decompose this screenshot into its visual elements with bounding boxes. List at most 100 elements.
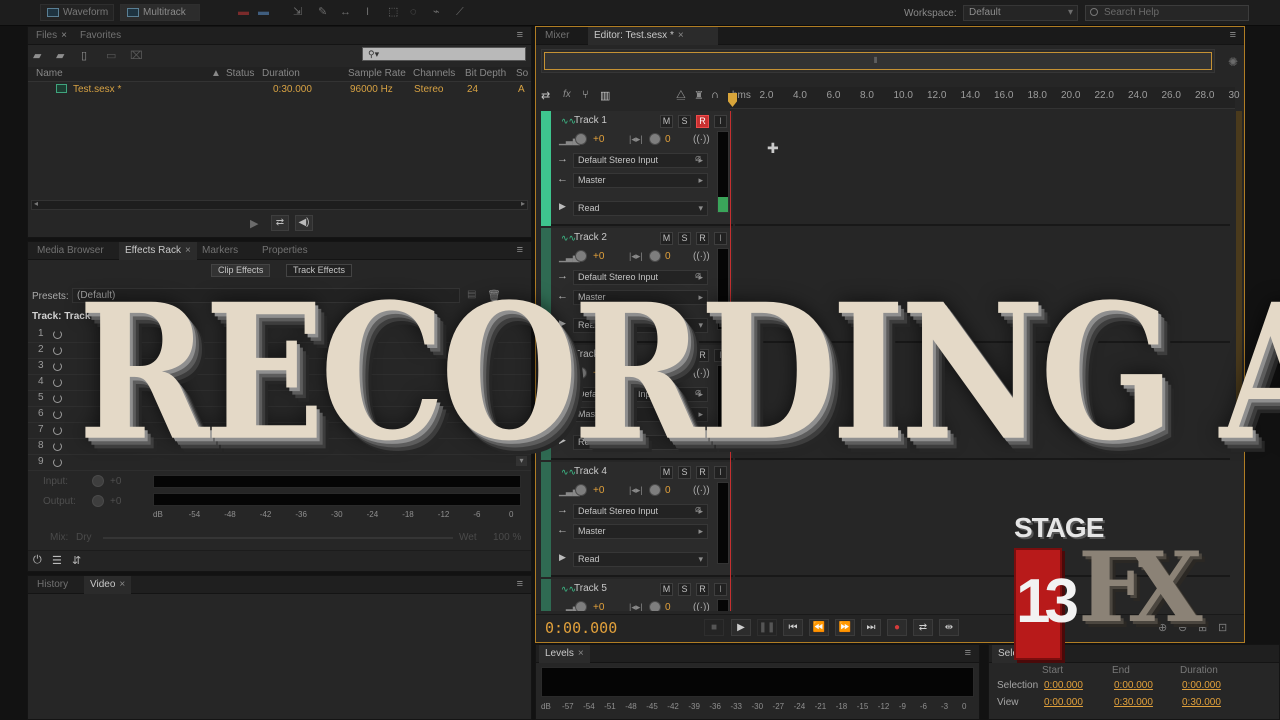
monitor-icon[interactable]: ♜ <box>694 89 704 102</box>
track-color-strip[interactable] <box>541 111 551 226</box>
stereo-icon[interactable]: ((·)) <box>693 602 710 611</box>
track-header[interactable]: ∿∿ Track 1 M S R I ▁▃▅ +0 |◂▸| 0 ((·)) →… <box>541 111 733 226</box>
waveform-view-button[interactable]: Waveform <box>40 4 114 21</box>
pan-knob[interactable] <box>649 601 661 611</box>
fx-icon[interactable]: fx <box>563 89 571 100</box>
pan-knob[interactable] <box>649 133 661 145</box>
open-file-icon[interactable]: ▰ <box>33 49 41 62</box>
selection-duration-value[interactable]: 0:00.000 <box>1182 680 1221 691</box>
input-select[interactable]: Default Stereo Input ▸ <box>573 504 708 519</box>
multitrack-view-button[interactable]: Multitrack <box>120 4 200 21</box>
mute-button[interactable]: M <box>660 232 673 245</box>
close-icon[interactable]: × <box>61 30 67 41</box>
time-selection-tool-icon[interactable]: I <box>366 6 369 18</box>
output-select[interactable]: Master ▸ <box>573 173 708 188</box>
rack-power-icon[interactable]: ⏻ <box>33 554 42 567</box>
col-bit-depth[interactable]: Bit Depth <box>465 67 506 81</box>
headphones-icon[interactable]: ∩ <box>711 89 719 101</box>
volume-value[interactable]: +0 <box>593 134 604 145</box>
eq-icon[interactable]: ▥ <box>600 89 610 102</box>
automation-mode-select[interactable]: Read ▾ <box>573 201 708 216</box>
record-icon[interactable]: ● <box>887 619 907 636</box>
search-help-input[interactable]: Search Help <box>1085 5 1249 21</box>
output-select[interactable]: Master ▸ <box>573 524 708 539</box>
effect-power-icon[interactable] <box>53 362 62 371</box>
tab-video[interactable]: Video × <box>84 576 132 594</box>
panel-menu-icon[interactable]: ≡ <box>517 244 523 256</box>
tab-levels[interactable]: Levels × <box>539 645 590 663</box>
files-horizontal-scrollbar[interactable]: ◂ ▸ <box>31 199 528 210</box>
mute-button[interactable]: M <box>660 583 673 596</box>
effect-power-icon[interactable] <box>53 410 62 419</box>
effect-power-icon[interactable] <box>53 426 62 435</box>
loop-playback-icon[interactable]: ⇄ <box>913 619 933 636</box>
col-sample-rate[interactable]: Sample Rate <box>348 67 406 81</box>
panel-menu-icon[interactable]: ≡ <box>517 29 523 41</box>
zoom-selection-icon[interactable]: ⊡ <box>1218 621 1227 634</box>
rack-reorder-icon[interactable]: ⇵ <box>72 554 81 567</box>
input-monitor-button[interactable]: I <box>714 232 727 245</box>
pause-icon[interactable]: ❚❚ <box>757 619 777 636</box>
track-lane[interactable] <box>735 111 1230 226</box>
panel-menu-icon[interactable]: ≡ <box>965 647 971 659</box>
preview-loop-icon[interactable]: ⇄ <box>271 215 289 231</box>
delete-file-icon[interactable]: ⌧ <box>130 49 143 62</box>
scroll-right-icon[interactable]: ▸ <box>521 199 525 208</box>
track-name[interactable]: Track 2 <box>574 232 607 243</box>
effect-power-icon[interactable] <box>53 458 62 467</box>
spectral-view-icon[interactable]: ▬ <box>238 6 249 18</box>
mix-value[interactable]: 100 % <box>493 532 521 543</box>
panel-menu-icon[interactable]: ≡ <box>517 578 523 590</box>
phase-invert-icon[interactable]: ⌀ <box>695 153 701 164</box>
automation-mode-select[interactable]: Read ▾ <box>573 552 708 567</box>
col-duration[interactable]: Duration <box>262 67 300 81</box>
new-file-icon[interactable]: ▯ <box>81 49 87 62</box>
tab-history[interactable]: History <box>31 576 74 594</box>
expand-automation-icon[interactable]: ▶ <box>559 201 566 212</box>
volume-knob[interactable] <box>575 133 587 145</box>
track-name[interactable]: Track 1 <box>574 115 607 126</box>
view-end-value[interactable]: 0:30.000 <box>1114 697 1153 708</box>
rewind-icon[interactable]: ⏪ <box>809 619 829 636</box>
input-monitor-button[interactable]: I <box>714 115 727 128</box>
track-color-strip[interactable] <box>541 579 551 611</box>
auto-play-icon[interactable]: ◀) <box>295 215 313 231</box>
track-name[interactable]: Track 5 <box>574 583 607 594</box>
brush-tool-icon[interactable]: ⌁ <box>433 6 440 18</box>
sends-icon[interactable]: ⑂ <box>582 89 589 101</box>
col-source[interactable]: So <box>516 67 528 81</box>
tab-files[interactable]: Files × <box>30 27 73 45</box>
pitch-view-icon[interactable]: ▬ <box>258 6 269 18</box>
preview-play-icon[interactable]: ▶ <box>250 217 258 230</box>
scroll-left-icon[interactable]: ◂ <box>34 199 38 208</box>
solo-button[interactable]: S <box>678 115 691 128</box>
tab-favorites[interactable]: Favorites <box>74 27 127 45</box>
stereo-icon[interactable]: ((·)) <box>693 134 710 145</box>
record-arm-button[interactable]: R <box>696 232 709 245</box>
volume-knob[interactable] <box>575 601 587 611</box>
current-time-display[interactable]: 0:00.000 <box>545 619 617 637</box>
close-icon[interactable]: × <box>119 579 125 590</box>
view-duration-value[interactable]: 0:30.000 <box>1182 697 1221 708</box>
zoom-navigator[interactable]: ⦀ <box>541 49 1215 73</box>
output-gain-value[interactable]: +0 <box>110 496 121 507</box>
record-arm-button[interactable]: R <box>696 583 709 596</box>
stop-icon[interactable]: ■ <box>704 619 724 636</box>
files-search-input[interactable]: ⚲▾ <box>362 47 526 61</box>
snap-settings-icon[interactable]: ✺ <box>1228 55 1238 69</box>
col-channels[interactable]: Channels <box>413 67 455 81</box>
panel-menu-icon[interactable]: ≡ <box>1230 29 1236 41</box>
solo-button[interactable]: S <box>678 583 691 596</box>
mute-button[interactable]: M <box>660 115 673 128</box>
effect-power-icon[interactable] <box>53 378 62 387</box>
effect-power-icon[interactable] <box>53 330 62 339</box>
record-arm-button[interactable]: R <box>696 115 709 128</box>
metronome-icon[interactable]: ⧋ <box>676 89 686 102</box>
track-header[interactable]: ∿∿ Track 5 M S R I ▁▃▅ +0 |◂▸| 0 ((·)) →… <box>541 579 733 611</box>
input-select[interactable]: Default Stereo Input ▸ <box>573 153 708 168</box>
phase-invert-icon[interactable]: ⌀ <box>695 504 701 515</box>
effect-power-icon[interactable] <box>53 442 62 451</box>
input-monitor-button[interactable]: I <box>714 583 727 596</box>
effect-power-icon[interactable] <box>53 394 62 403</box>
pan-value[interactable]: 0 <box>665 134 671 145</box>
